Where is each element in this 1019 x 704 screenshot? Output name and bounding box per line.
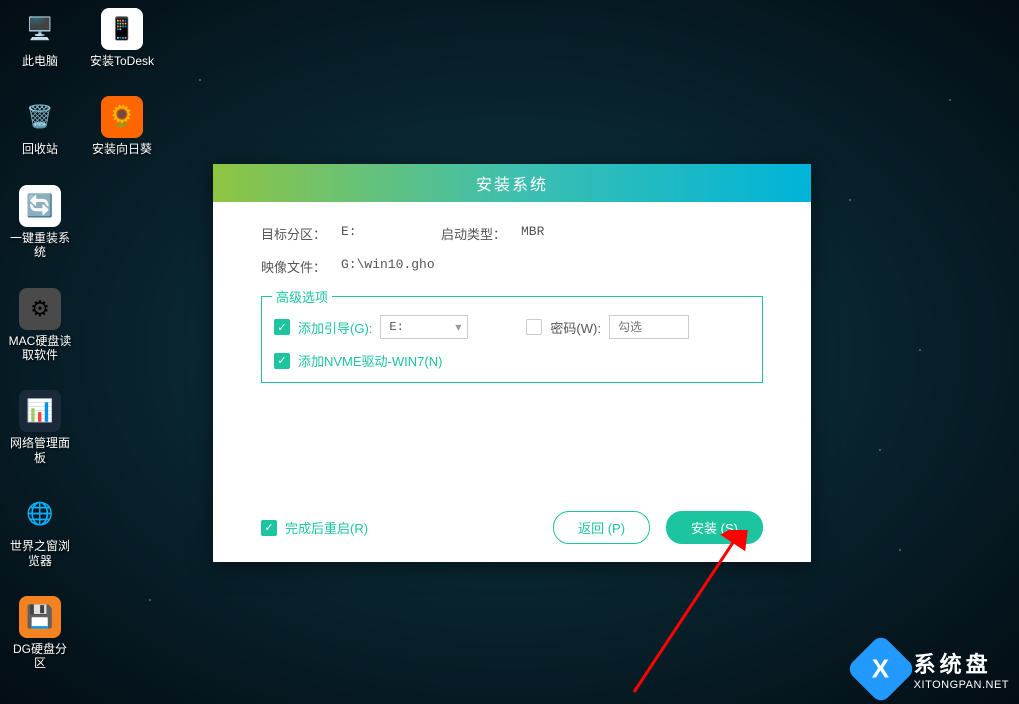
desktop-icon-此电脑[interactable]: 🖥️ 此电脑 bbox=[8, 8, 72, 68]
target-partition-label: 目标分区： bbox=[261, 224, 331, 243]
desktop-icon-label: 此电脑 bbox=[22, 54, 58, 68]
restart-label: 完成后重启(R) bbox=[285, 518, 368, 537]
desktop-icon-label: DG硬盘分区 bbox=[8, 642, 72, 671]
dialog-title: 安装系统 bbox=[213, 164, 811, 202]
add-nvme-label: 添加NVME驱动-WIN7(N) bbox=[298, 351, 442, 370]
advanced-options-fieldset: 高级选项 ✓ 添加引导(G): E: 密码(W): ✓ 添加NVME驱动-WIN… bbox=[261, 296, 763, 383]
watermark-url: XITONGPAN.NET bbox=[914, 679, 1009, 691]
watermark-title: 系统盘 bbox=[914, 647, 1009, 679]
app-icon: 📱 bbox=[101, 8, 143, 50]
app-icon: 💾 bbox=[19, 596, 61, 638]
password-input[interactable] bbox=[609, 315, 689, 339]
app-icon: ⚙ bbox=[19, 288, 61, 330]
add-nvme-checkbox[interactable]: ✓ bbox=[274, 353, 290, 369]
desktop-icon-label: 回收站 bbox=[22, 142, 58, 156]
target-partition-row: 目标分区： E: 启动类型： MBR bbox=[261, 224, 763, 243]
desktop-icon-MAC硬盘读取软件[interactable]: ⚙ MAC硬盘读取软件 bbox=[8, 288, 72, 363]
desktop-icon-世界之窗浏览器[interactable]: 🌐 世界之窗浏览器 bbox=[8, 493, 72, 568]
desktop-icon-label: 网络管理面板 bbox=[8, 436, 72, 465]
app-icon: 🔄 bbox=[19, 185, 61, 227]
desktop-icon-label: 世界之窗浏览器 bbox=[8, 539, 72, 568]
boot-drive-select[interactable]: E: bbox=[380, 315, 468, 339]
install-button[interactable]: 安装 (S) bbox=[666, 511, 763, 544]
desktop-icon-网络管理面板[interactable]: 📊 网络管理面板 bbox=[8, 390, 72, 465]
add-boot-checkbox[interactable]: ✓ bbox=[274, 319, 290, 335]
image-file-row: 映像文件： G:\win10.gho bbox=[261, 257, 763, 276]
back-button[interactable]: 返回 (P) bbox=[553, 511, 650, 544]
desktop-icon-label: 一键重装系统 bbox=[8, 231, 72, 260]
restart-checkbox[interactable]: ✓ bbox=[261, 520, 277, 536]
install-dialog: 安装系统 目标分区： E: 启动类型： MBR 映像文件： G:\win10.g… bbox=[213, 164, 811, 562]
desktop-icon-DG硬盘分区[interactable]: 💾 DG硬盘分区 bbox=[8, 596, 72, 671]
add-boot-label: 添加引导(G): bbox=[298, 318, 372, 337]
desktop-icons: 🖥️ 此电脑 🗑️ 回收站 🔄 一键重装系统 ⚙ MAC硬盘读取软件 📊 网络管理面板 🌐 世界之窗浏… bbox=[8, 8, 154, 671]
image-file-label: 映像文件： bbox=[261, 257, 331, 276]
image-file-value: G:\win10.gho bbox=[341, 257, 435, 276]
watermark: X 系统盘 XITONGPAN.NET bbox=[856, 644, 1009, 694]
app-icon: 📊 bbox=[19, 390, 61, 432]
desktop-icon-一键重装系统[interactable]: 🔄 一键重装系统 bbox=[8, 185, 72, 260]
watermark-logo-icon: X bbox=[845, 634, 916, 704]
boot-type-value: MBR bbox=[521, 224, 544, 243]
boot-type-label: 启动类型： bbox=[441, 224, 511, 243]
advanced-options-legend: 高级选项 bbox=[272, 287, 332, 306]
app-icon: 🖥️ bbox=[19, 8, 61, 50]
desktop-icon-label: 安装向日葵 bbox=[92, 142, 152, 156]
password-checkbox[interactable] bbox=[526, 319, 542, 335]
desktop-icon-回收站[interactable]: 🗑️ 回收站 bbox=[8, 96, 72, 156]
desktop-icon-label: MAC硬盘读取软件 bbox=[8, 334, 72, 363]
app-icon: 🌻 bbox=[101, 96, 143, 138]
desktop-icon-安装ToDesk[interactable]: 📱 安装ToDesk bbox=[90, 8, 154, 68]
desktop-icon-安装向日葵[interactable]: 🌻 安装向日葵 bbox=[90, 96, 154, 156]
app-icon: 🌐 bbox=[19, 493, 61, 535]
password-label: 密码(W): bbox=[550, 318, 601, 337]
target-partition-value: E: bbox=[341, 224, 431, 243]
app-icon: 🗑️ bbox=[19, 96, 61, 138]
desktop-icon-label: 安装ToDesk bbox=[90, 54, 154, 68]
